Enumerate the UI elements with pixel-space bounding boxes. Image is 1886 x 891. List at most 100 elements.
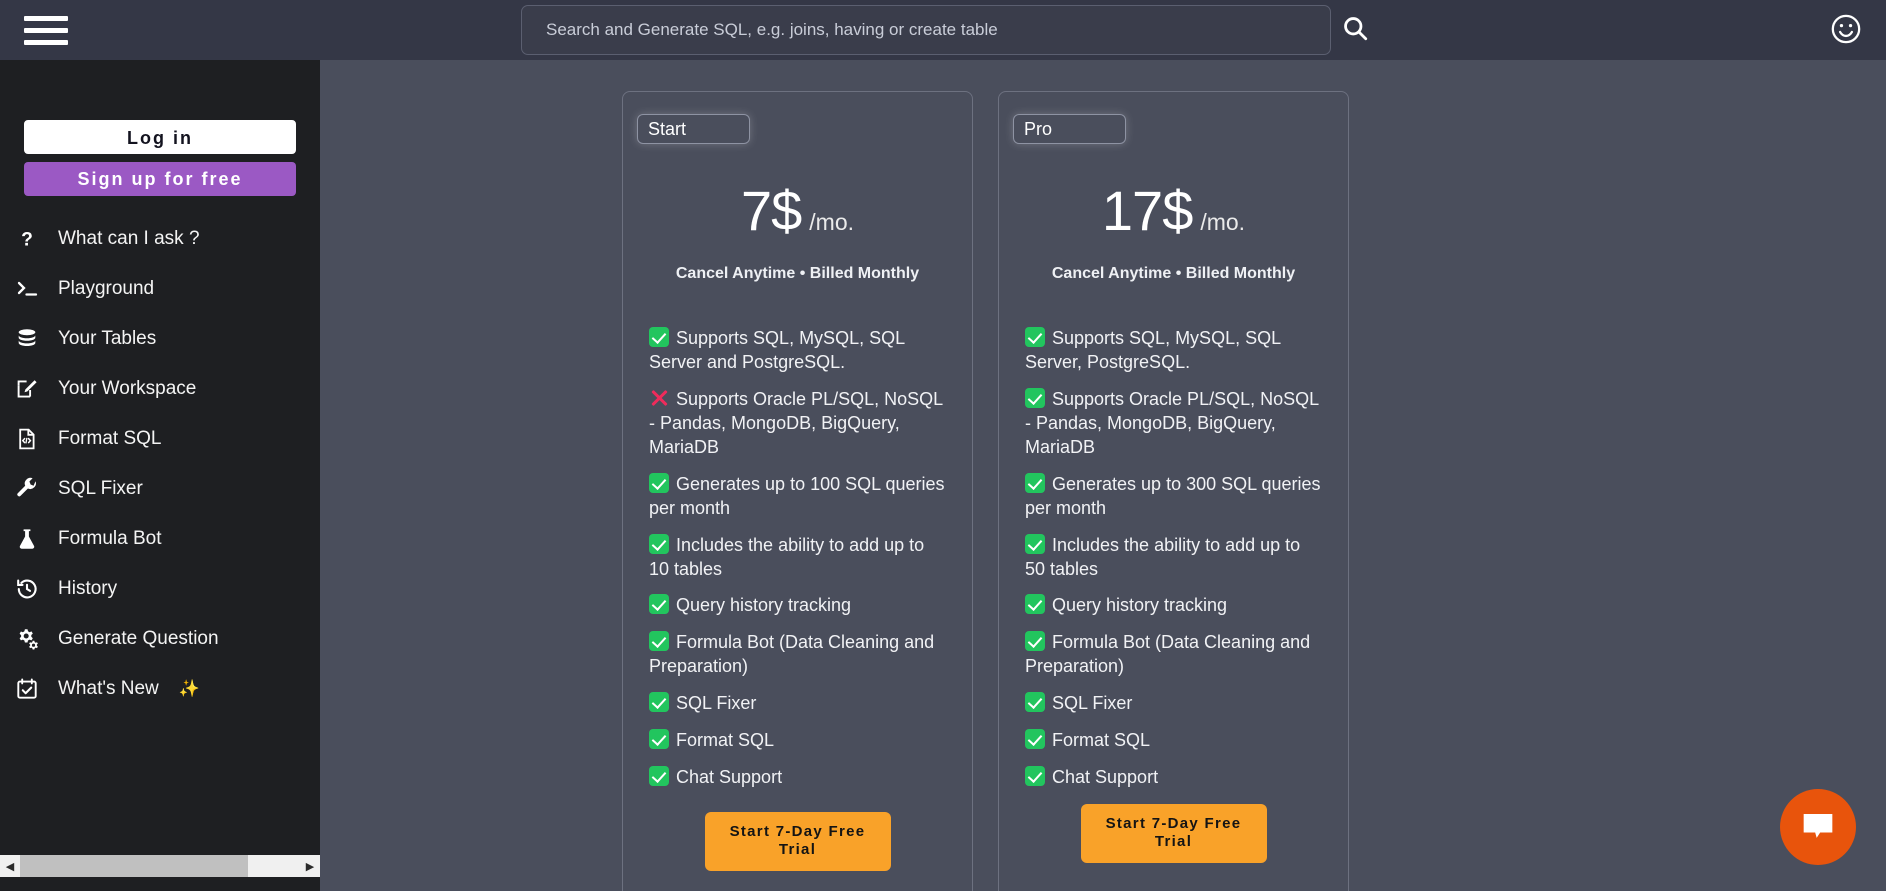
login-button[interactable]: Log in [24,120,296,154]
plan-feature-text: Format SQL [1052,730,1150,750]
pricing-card-start: Start 7$/mo. Cancel Anytime • Billed Month… [622,91,973,891]
plan-feature-item: Includes the ability to add up to 50 tab… [1025,534,1322,582]
plan-feature-item: Includes the ability to add up to 10 tab… [649,534,946,582]
sidebar-item-what-s-new[interactable]: What's New✨ [0,664,320,714]
plan-feature-text: Supports SQL, MySQL, SQL Server, Postgre… [1025,328,1280,372]
sidebar-item-label: Your Workspace [58,378,196,400]
plan-price-row: 7$/mo. [649,178,946,243]
plan-feature-text: Generates up to 100 SQL queries per mont… [649,474,945,518]
plan-price-row: 17$ /mo. [1025,178,1322,243]
plan-price: 17$ [1102,178,1192,243]
smiley-face-icon[interactable] [1826,10,1866,50]
plan-feature-item: SQL Fixer [1025,692,1322,716]
hamburger-bar [24,40,68,45]
sidebar-item-label: SQL Fixer [58,478,143,500]
check-mark-icon [1025,327,1045,347]
terminal-prompt-icon [10,277,44,301]
top-bar [0,0,1886,60]
scroll-right-arrow-icon[interactable]: ▶ [300,855,320,877]
sidebar-item-label: Playground [58,278,154,300]
start-free-trial-button-pro[interactable]: Start 7-Day Free Trial [1081,804,1267,863]
plan-feature-item: Query history tracking [1025,594,1322,618]
check-mark-icon [649,327,669,347]
sidebar-item-generate-question[interactable]: Generate Question [0,614,320,664]
app-root: Log in Sign up for free ? What can I ask … [0,0,1886,891]
plan-feature-text: SQL Fixer [676,693,756,713]
sidebar-item-label: What's New [58,678,159,700]
scrollbar-thumb[interactable] [20,855,248,877]
sidebar-item-sql-fixer[interactable]: SQL Fixer [0,464,320,514]
check-mark-icon [1025,729,1045,749]
scrollbar-track[interactable] [20,855,300,877]
plan-feature-item: Formula Bot (Data Cleaning and Preparati… [649,631,946,679]
plan-feature-item: Formula Bot (Data Cleaning and Preparati… [1025,631,1322,679]
cross-mark-icon [649,388,669,408]
history-clock-icon [10,577,44,601]
sidebar-horizontal-scrollbar[interactable]: ◀ ▶ [0,855,320,877]
check-mark-icon [1025,534,1045,554]
hamburger-bar [24,28,68,33]
sidebar-item-label: Your Tables [58,328,156,350]
sidebar-item-what-can-i-ask[interactable]: ? What can I ask ? [0,214,320,264]
check-mark-icon [1025,594,1045,614]
plan-feature-text: Chat Support [676,767,782,787]
plan-price-period: /mo. [1200,209,1245,236]
search-input[interactable] [521,5,1331,55]
check-mark-icon [649,692,669,712]
plan-badge-start: Start [637,114,750,144]
plan-feature-item: Chat Support [1025,766,1322,790]
hamburger-menu-icon[interactable] [24,12,68,48]
sidebar-item-formula-bot[interactable]: Formula Bot [0,514,320,564]
plan-feature-text: Chat Support [1052,767,1158,787]
sidebar: Log in Sign up for free ? What can I ask … [0,60,320,891]
plan-feature-text: Supports SQL, MySQL, SQL Server and Post… [649,328,904,372]
chat-bubble-icon[interactable] [1780,789,1856,865]
database-stack-icon [10,327,44,351]
plan-price: 7$ [741,178,801,243]
plan-feature-item: Supports Oracle PL/SQL, NoSQL - Pandas, … [649,388,946,460]
hamburger-bar [24,16,68,21]
sidebar-item-history[interactable]: History [0,564,320,614]
check-mark-icon [1025,766,1045,786]
start-free-trial-button-start[interactable]: Start 7-Day Free Trial [705,812,891,871]
sidebar-item-format-sql[interactable]: Format SQL [0,414,320,464]
scroll-left-arrow-icon[interactable]: ◀ [0,855,20,877]
sidebar-item-label: What can I ask ? [58,228,200,250]
svg-text:?: ? [21,229,33,250]
plan-feature-item: Supports SQL, MySQL, SQL Server and Post… [649,327,946,375]
plan-feature-text: Supports Oracle PL/SQL, NoSQL - Pandas, … [649,389,942,457]
check-mark-icon [1025,388,1045,408]
sidebar-item-playground[interactable]: Playground [0,264,320,314]
plan-feature-text: Includes the ability to add up to 10 tab… [649,535,924,579]
sidebar-item-label: History [58,578,117,600]
plan-billing-note: Cancel Anytime • Billed Monthly [649,265,946,283]
check-mark-icon [1025,692,1045,712]
plan-feature-item: Generates up to 100 SQL queries per mont… [649,473,946,521]
plan-feature-text: Supports Oracle PL/SQL, NoSQL - Pandas, … [1025,389,1318,457]
sidebar-item-your-workspace[interactable]: Your Workspace [0,364,320,414]
plan-feature-text: Query history tracking [676,595,851,615]
search-icon[interactable] [1335,9,1375,49]
plan-billing-note: Cancel Anytime • Billed Monthly [1025,265,1322,283]
plan-feature-item: Format SQL [1025,729,1322,753]
plan-feature-text: Format SQL [676,730,774,750]
sidebar-item-label: Format SQL [58,428,161,450]
sidebar-item-label: Generate Question [58,628,219,650]
plan-feature-text: Formula Bot (Data Cleaning and Preparati… [1025,632,1310,676]
pricing-card-pro: Pro17$/mo.Cancel Anytime • Billed Monthl… [998,91,1349,891]
wrench-icon [10,477,44,501]
plan-feature-list: Supports SQL, MySQL, SQL Server and Post… [649,327,946,790]
sidebar-item-your-tables[interactable]: Your Tables [0,314,320,364]
plan-feature-item: Query history tracking [649,594,946,618]
check-mark-icon [649,473,669,493]
check-mark-icon [649,766,669,786]
plan-feature-item: Supports Oracle PL/SQL, NoSQL - Pandas, … [1025,388,1322,460]
plan-feature-item: SQL Fixer [649,692,946,716]
plan-feature-text: Query history tracking [1052,595,1227,615]
edit-square-icon [10,377,44,401]
plan-feature-item: Generates up to 300 SQL queries per mont… [1025,473,1322,521]
signup-button[interactable]: Sign up for free [24,162,296,196]
search-bar [521,5,1331,55]
check-mark-icon [649,631,669,651]
gears-icon [10,627,44,651]
